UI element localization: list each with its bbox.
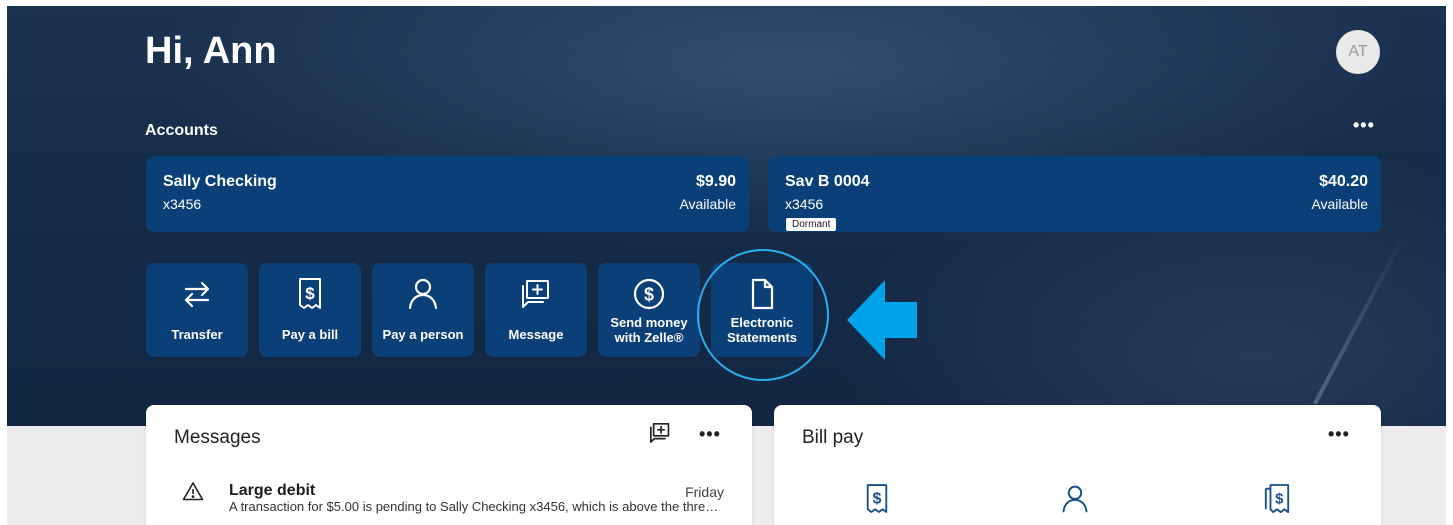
svg-text:$: $ bbox=[1275, 491, 1284, 508]
bill-pay-title: Bill pay bbox=[802, 427, 864, 448]
pay-bill-label: Pay a bill bbox=[281, 327, 339, 342]
hero-banner: Hi, Ann AT Accounts ••• Sally Checking x… bbox=[7, 6, 1446, 426]
bill-pay-panel: Bill pay ••• $ $ bbox=[774, 405, 1381, 525]
message-title: Large debit bbox=[229, 482, 316, 499]
messages-title: Messages bbox=[174, 427, 261, 448]
account-name: Sav B 0004 bbox=[785, 173, 870, 190]
pay-bill-button[interactable]: $ Pay a bill bbox=[259, 263, 361, 357]
app-frame: Hi, Ann AT Accounts ••• Sally Checking x… bbox=[7, 6, 1446, 525]
transfer-button[interactable]: Transfer bbox=[146, 263, 248, 357]
accounts-section-title: Accounts bbox=[145, 122, 218, 139]
new-message-icon[interactable] bbox=[648, 421, 672, 450]
transfer-arrows-icon bbox=[146, 277, 248, 311]
warning-triangle-icon bbox=[182, 481, 204, 506]
greeting-title: Hi, Ann bbox=[145, 30, 277, 72]
account-balance: $9.90 bbox=[695, 173, 736, 190]
bill-dollar-icon[interactable]: $ bbox=[864, 483, 890, 520]
user-avatar[interactable]: AT bbox=[1336, 30, 1380, 74]
person-icon[interactable] bbox=[1060, 483, 1090, 520]
pay-person-button[interactable]: Pay a person bbox=[372, 263, 474, 357]
account-balance-label: Available bbox=[679, 196, 736, 212]
status-badge: Dormant bbox=[786, 218, 837, 231]
account-card-sally-checking[interactable]: Sally Checking x3456 $9.90 Available bbox=[146, 156, 749, 232]
highlight-circle bbox=[697, 249, 829, 381]
account-balance-label: Available bbox=[1311, 196, 1368, 212]
transfer-label: Transfer bbox=[171, 327, 223, 342]
svg-text:$: $ bbox=[644, 285, 654, 305]
person-icon bbox=[372, 277, 474, 311]
message-button[interactable]: Message bbox=[485, 263, 587, 357]
account-balance: $40.20 bbox=[1319, 173, 1368, 190]
dollar-circle-icon: $ bbox=[598, 277, 700, 311]
account-card-sav-b-0004[interactable]: Sav B 0004 x3456 Dormant $40.20 Availabl… bbox=[768, 156, 1381, 232]
message-preview: A transaction for $5.00 is pending to Sa… bbox=[229, 499, 724, 514]
message-plus-icon bbox=[485, 277, 587, 311]
account-number: x3456 bbox=[785, 196, 824, 212]
pay-person-label: Pay a person bbox=[382, 327, 464, 342]
accounts-more-icon[interactable]: ••• bbox=[1353, 116, 1375, 134]
send-money-zelle-label: Send money with Zelle® bbox=[610, 315, 688, 345]
account-name: Sally Checking bbox=[163, 173, 277, 190]
bill-pay-more-icon[interactable]: ••• bbox=[1328, 425, 1350, 443]
messages-panel: Messages ••• Large debit Friday A transa… bbox=[146, 405, 752, 525]
svg-text:$: $ bbox=[873, 491, 882, 508]
message-date: Friday bbox=[685, 484, 724, 500]
bills-stack-icon[interactable]: $ bbox=[1263, 483, 1291, 520]
messages-more-icon[interactable]: ••• bbox=[699, 425, 721, 443]
message-label: Message bbox=[508, 327, 564, 342]
left-arrow-icon bbox=[847, 280, 917, 360]
bill-dollar-icon: $ bbox=[259, 277, 361, 311]
svg-text:$: $ bbox=[305, 284, 315, 303]
send-money-zelle-button[interactable]: $ Send money with Zelle® bbox=[598, 263, 700, 357]
hero-decoration bbox=[1313, 235, 1406, 405]
account-number: x3456 bbox=[163, 196, 202, 212]
